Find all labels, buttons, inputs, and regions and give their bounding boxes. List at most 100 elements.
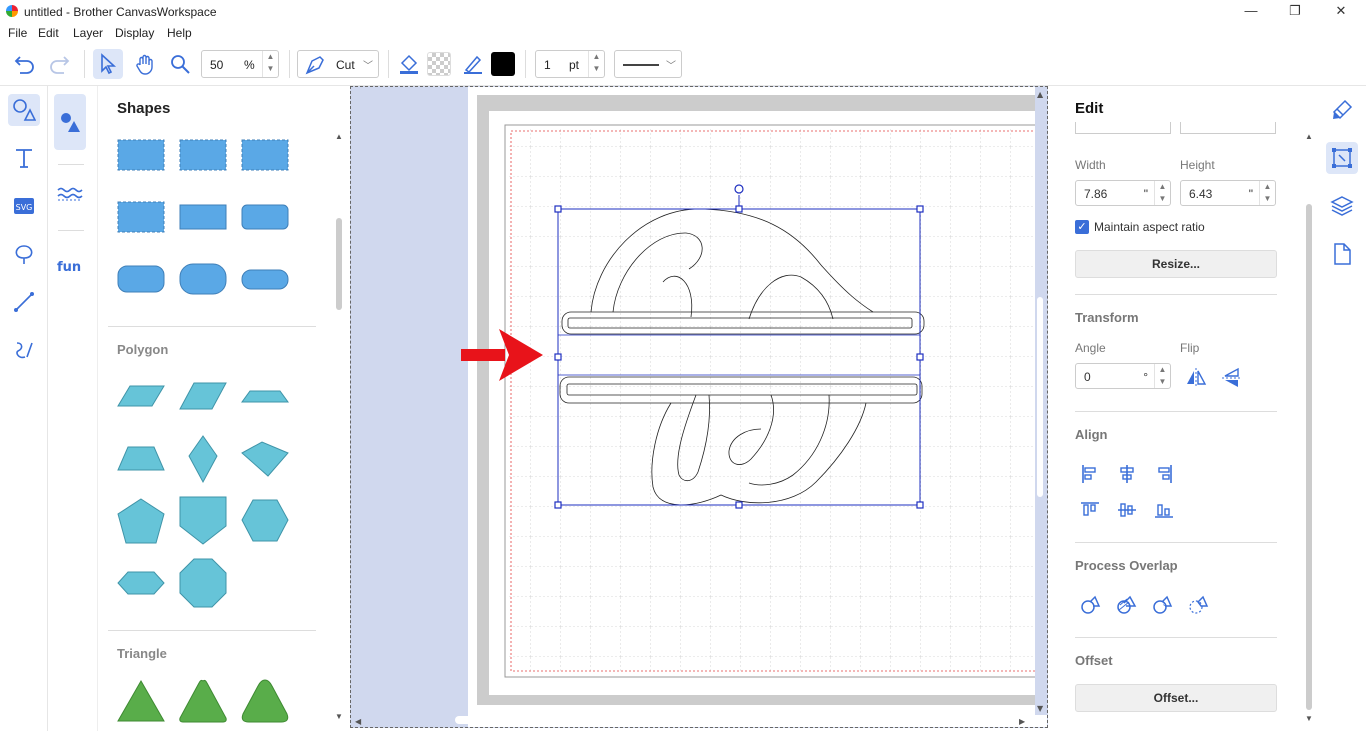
shape-parallelogram-2[interactable] (179, 382, 227, 410)
shape-triangle-3[interactable] (241, 679, 289, 723)
line-width-stepper[interactable]: ▲ ▼ (588, 51, 604, 77)
shape-shield-pentagon[interactable] (179, 496, 227, 545)
shape-parallelogram-1[interactable] (117, 385, 165, 407)
y-position-input[interactable] (1180, 122, 1276, 134)
menu-file[interactable]: File (8, 26, 27, 40)
resize-handle-bottom-right[interactable] (916, 501, 924, 509)
shape-kite[interactable] (241, 441, 289, 477)
flip-vertical-icon[interactable] (1220, 366, 1244, 390)
subtract-icon[interactable] (1186, 593, 1210, 617)
weld-icon[interactable] (1078, 593, 1102, 617)
close-button[interactable]: ✕ (1318, 0, 1364, 24)
shape-stamp-rect-3[interactable] (241, 139, 289, 171)
undo-icon[interactable] (10, 49, 40, 79)
line-pen-icon[interactable] (458, 49, 488, 79)
resize-handle-left[interactable] (554, 353, 562, 361)
zoom-input[interactable]: 50 % ▲ ▼ (201, 50, 279, 78)
edit-transform-icon[interactable] (1326, 142, 1358, 174)
fun-text-icon[interactable]: fun (54, 238, 86, 294)
canvas-area[interactable]: ▲ ▼ ◀ ▶ (350, 86, 1048, 728)
shape-triangle-1[interactable] (117, 679, 165, 722)
resize-button[interactable]: Resize... (1075, 250, 1277, 278)
svg-icon[interactable]: SVG (8, 190, 40, 222)
angle-stepper[interactable]: ▲ ▼ (1154, 364, 1170, 388)
redo-icon[interactable] (44, 49, 74, 79)
paint-brush-icon[interactable] (1326, 94, 1358, 126)
intersect-icon[interactable] (1150, 593, 1174, 617)
shape-stamp-rect-4[interactable] (117, 201, 165, 233)
resize-handle-bottom-left[interactable] (554, 501, 562, 509)
menu-edit[interactable]: Edit (38, 26, 59, 40)
align-top-icon[interactable] (1078, 498, 1102, 522)
page-icon[interactable] (1326, 238, 1358, 270)
line-width-input[interactable]: 1 pt ▲ ▼ (535, 50, 605, 78)
width-stepper[interactable]: ▲ ▼ (1154, 181, 1170, 205)
shape-hexagon-flat[interactable] (117, 571, 165, 595)
resize-handle-bottom[interactable] (735, 501, 743, 509)
wave-border-icon[interactable] (54, 166, 86, 222)
shapes-scrollbar[interactable]: ▲ ▼ (334, 132, 344, 722)
scroll-down-icon[interactable]: ▼ (335, 712, 343, 721)
canvas-vertical-scrollbar[interactable]: ▲ ▼ (1035, 87, 1047, 715)
text-icon[interactable] (8, 142, 40, 174)
divide-icon[interactable] (1114, 593, 1138, 617)
menu-layer[interactable]: Layer (73, 26, 103, 40)
align-bottom-icon[interactable] (1152, 498, 1176, 522)
edit-panel-scrollbar[interactable]: ▲ ▼ (1304, 132, 1314, 724)
resize-handle-top-right[interactable] (916, 205, 924, 213)
align-middle-vertical-icon[interactable] (1115, 498, 1139, 522)
mode-dropdown[interactable]: Cut ﹀ (297, 50, 379, 78)
scrollbar-thumb[interactable] (1306, 204, 1312, 710)
line-icon[interactable] (8, 286, 40, 318)
basic-shapes-icon[interactable] (54, 94, 86, 150)
shape-trapezoid[interactable] (117, 446, 165, 471)
select-icon[interactable] (93, 49, 123, 79)
shape-trapezoid-flat[interactable] (241, 390, 289, 403)
shape-octagon[interactable] (179, 558, 227, 608)
align-left-icon[interactable] (1078, 462, 1102, 486)
scroll-down-icon[interactable]: ▼ (1305, 714, 1313, 723)
width-input[interactable]: 7.86 " ▲ ▼ (1075, 180, 1171, 206)
shape-stamp-rect-1[interactable] (117, 139, 165, 171)
freehand-icon[interactable] (8, 334, 40, 366)
line-color-swatch-icon[interactable] (488, 49, 518, 79)
align-center-horizontal-icon[interactable] (1115, 462, 1139, 486)
maintain-aspect-checkbox[interactable]: ✓ (1075, 220, 1089, 234)
align-right-icon[interactable] (1152, 462, 1176, 486)
resize-handle-top[interactable] (735, 205, 743, 213)
layers-icon[interactable] (1326, 190, 1358, 222)
shape-rounded-rectangle[interactable] (241, 204, 289, 230)
menu-help[interactable]: Help (167, 26, 192, 40)
zoom-stepper[interactable]: ▲ ▼ (262, 51, 278, 77)
shape-hexagon[interactable] (241, 499, 289, 542)
scroll-up-icon[interactable]: ▲ (335, 132, 343, 141)
transparent-fill-icon[interactable] (424, 49, 454, 79)
angle-input[interactable]: 0 ° ▲ ▼ (1075, 363, 1171, 389)
shape-diamond-kite[interactable] (188, 435, 218, 484)
shape-rounded-rect-wide[interactable] (117, 265, 165, 293)
resize-handle-right[interactable] (916, 353, 924, 361)
shapes-icon[interactable] (8, 94, 40, 126)
x-position-input[interactable] (1075, 122, 1171, 134)
shape-pill[interactable] (241, 269, 289, 290)
pan-hand-icon[interactable] (130, 49, 160, 79)
flip-horizontal-icon[interactable] (1184, 366, 1208, 390)
scroll-up-icon[interactable]: ▲ (1305, 132, 1313, 141)
height-stepper[interactable]: ▲ ▼ (1259, 181, 1275, 205)
shape-stamp-rect-2[interactable] (179, 139, 227, 171)
offset-button[interactable]: Offset... (1075, 684, 1277, 712)
menu-display[interactable]: Display (115, 26, 154, 40)
line-style-dropdown[interactable]: ﹀ (614, 50, 682, 78)
minimize-button[interactable]: — (1228, 0, 1274, 24)
shape-rectangle[interactable] (179, 204, 227, 230)
maximize-button[interactable]: ❐ (1272, 0, 1318, 24)
shape-triangle-2[interactable] (179, 679, 227, 723)
zoom-icon[interactable] (165, 49, 195, 79)
resize-handle-top-left[interactable] (554, 205, 562, 213)
fill-bucket-icon[interactable] (394, 49, 424, 79)
shape-rounded-rect-large[interactable] (179, 263, 227, 295)
fill-pattern-icon[interactable] (8, 238, 40, 270)
height-input[interactable]: 6.43 " ▲ ▼ (1180, 180, 1276, 206)
scrollbar-thumb[interactable] (336, 218, 342, 310)
shape-pentagon[interactable] (117, 498, 165, 544)
